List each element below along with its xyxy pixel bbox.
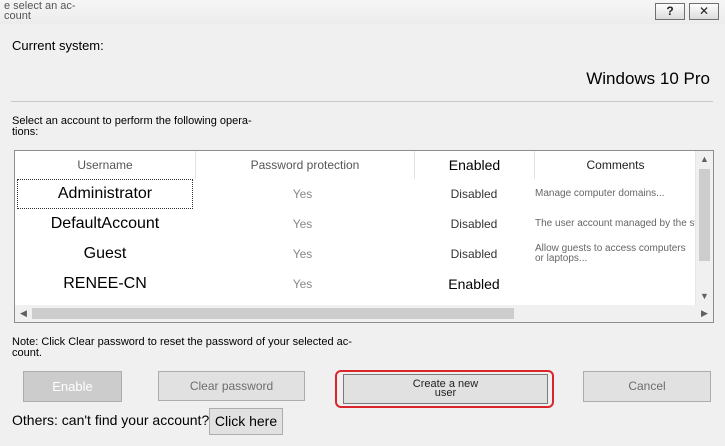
cell-password: Yes bbox=[292, 277, 313, 291]
cell-comment bbox=[535, 269, 697, 299]
window-title: e select an ac- count bbox=[4, 0, 76, 22]
column-header-comments[interactable]: Comments bbox=[535, 151, 697, 179]
table-row[interactable]: Guest Yes Disabled Allow guests to acces… bbox=[15, 239, 697, 269]
scroll-down-icon[interactable]: ▼ bbox=[696, 288, 713, 305]
cell-comment: Manage computer domains... bbox=[535, 188, 665, 199]
note-line1: Note: Click Clear password to reset the … bbox=[12, 336, 352, 348]
cell-password: Yes bbox=[292, 247, 313, 261]
cell-enabled: Enabled bbox=[448, 276, 500, 292]
click-here-button[interactable]: Click here bbox=[209, 408, 283, 435]
vertical-scrollbar[interactable]: ▲ ▼ bbox=[695, 151, 713, 305]
cell-comment: Allow guests to access computers or lapt… bbox=[535, 243, 686, 264]
dialog-content: Current system: Windows 10 Pro Select an… bbox=[3, 24, 722, 443]
cell-username: Administrator bbox=[17, 179, 193, 209]
instructions-line2: tions: bbox=[12, 126, 39, 138]
others-label: Others: can't find your account? bbox=[12, 412, 210, 428]
table-row[interactable]: DefaultAccount Yes Disabled The user acc… bbox=[15, 209, 697, 239]
cell-password: Yes bbox=[292, 187, 313, 201]
cell-username: RENEE-CN bbox=[63, 275, 147, 292]
cell-username: DefaultAccount bbox=[50, 215, 160, 232]
current-system-label: Current system: bbox=[12, 38, 104, 53]
scroll-up-icon[interactable]: ▲ bbox=[696, 151, 713, 168]
cell-password: Yes bbox=[292, 217, 313, 231]
cell-enabled: Disabled bbox=[450, 187, 498, 201]
scroll-left-icon[interactable]: ◀ bbox=[15, 305, 32, 322]
cell-enabled: Disabled bbox=[450, 247, 498, 261]
accounts-table: Username Password protection Enabled Com… bbox=[14, 150, 714, 323]
divider bbox=[11, 101, 713, 102]
horizontal-scroll-thumb[interactable] bbox=[32, 308, 514, 319]
column-header-username[interactable]: Username bbox=[15, 151, 196, 179]
close-icon: ✕ bbox=[698, 4, 710, 18]
instructions-line1: Select an account to perform the followi… bbox=[12, 115, 252, 127]
help-button[interactable]: ? bbox=[655, 3, 685, 20]
cell-username: Guest bbox=[83, 245, 127, 262]
note-line2: count. bbox=[12, 347, 42, 359]
highlight-annotation bbox=[335, 370, 554, 408]
close-button[interactable]: ✕ bbox=[689, 3, 719, 20]
horizontal-scrollbar[interactable]: ◀ ▶ bbox=[15, 305, 713, 322]
clear-password-button[interactable]: Clear password bbox=[158, 371, 305, 401]
cell-enabled: Disabled bbox=[450, 217, 498, 231]
table-row[interactable]: RENEE-CN Yes Enabled bbox=[15, 269, 697, 299]
column-header-enabled[interactable]: Enabled bbox=[415, 151, 535, 179]
cancel-button[interactable]: Cancel bbox=[583, 371, 711, 402]
vertical-scroll-thumb[interactable] bbox=[699, 169, 710, 261]
column-header-password[interactable]: Password protection bbox=[196, 151, 415, 179]
scroll-right-icon[interactable]: ▶ bbox=[696, 305, 713, 322]
enable-button[interactable]: Enable bbox=[23, 371, 122, 402]
title-bar: e select an ac- count ? ✕ bbox=[0, 0, 725, 24]
cell-comment: The user account managed by the system bbox=[535, 218, 697, 229]
system-name: Windows 10 Pro bbox=[586, 69, 710, 88]
table-row[interactable]: Administrator Yes Disabled Manage comput… bbox=[15, 179, 697, 209]
